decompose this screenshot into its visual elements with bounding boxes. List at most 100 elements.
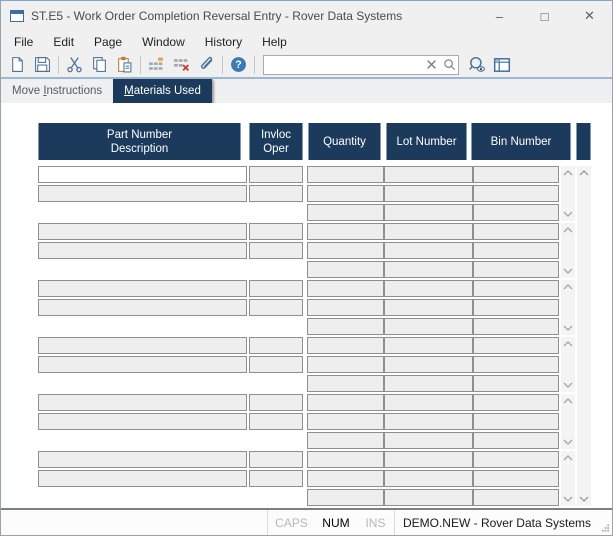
record-mini-scrollbar[interactable] <box>561 394 575 449</box>
menu-file[interactable]: File <box>4 33 43 51</box>
invloc-field[interactable] <box>249 166 303 183</box>
invloc-field[interactable] <box>249 223 303 240</box>
record-mini-scrollbar[interactable] <box>561 280 575 335</box>
column-divider <box>383 281 385 296</box>
quantity-lot-bin-row[interactable] <box>307 280 559 297</box>
invloc-field[interactable] <box>249 337 303 354</box>
oper-field[interactable] <box>249 299 303 316</box>
help-icon[interactable]: ? <box>226 53 251 77</box>
invloc-field[interactable] <box>249 394 303 411</box>
copy-icon[interactable] <box>87 53 112 77</box>
description-field[interactable] <box>38 242 247 259</box>
scroll-down-icon[interactable] <box>578 495 590 503</box>
quantity-lot-bin-row[interactable] <box>307 470 559 487</box>
new-document-icon[interactable] <box>5 53 30 77</box>
description-field[interactable] <box>38 470 247 487</box>
search-icon[interactable] <box>440 56 458 74</box>
menu-help[interactable]: Help <box>252 33 297 51</box>
record-scroll-down-icon[interactable] <box>562 210 574 218</box>
column-divider <box>472 281 474 296</box>
column-divider <box>472 452 474 467</box>
record-scroll-up-icon[interactable] <box>562 283 574 291</box>
clear-search-icon[interactable] <box>422 56 440 74</box>
record-scroll-down-icon[interactable] <box>562 438 574 446</box>
quantity-lot-bin-row[interactable] <box>307 299 559 316</box>
record-scroll-up-icon[interactable] <box>562 340 574 348</box>
quantity-lot-bin-row[interactable] <box>307 375 559 392</box>
menu-edit[interactable]: Edit <box>43 33 84 51</box>
quantity-lot-bin-row[interactable] <box>307 394 559 411</box>
quantity-lot-bin-row[interactable] <box>307 185 559 202</box>
quantity-lot-bin-row[interactable] <box>307 166 559 183</box>
record-scroll-up-icon[interactable] <box>562 397 574 405</box>
part-number-field[interactable] <box>38 337 247 354</box>
quantity-lot-bin-row[interactable] <box>307 413 559 430</box>
resize-grip[interactable] <box>599 510 612 535</box>
invloc-field[interactable] <box>249 451 303 468</box>
quantity-lot-bin-row[interactable] <box>307 356 559 373</box>
toolbar-separator <box>222 55 223 74</box>
description-field[interactable] <box>38 356 247 373</box>
oper-field[interactable] <box>249 356 303 373</box>
attachment-icon[interactable] <box>194 53 219 77</box>
oper-field[interactable] <box>249 185 303 202</box>
menu-history[interactable]: History <box>195 33 252 51</box>
invloc-field[interactable] <box>249 280 303 297</box>
minimize-button[interactable]: – <box>477 1 522 31</box>
quantity-lot-bin-row[interactable] <box>307 223 559 240</box>
record-mini-scrollbar[interactable] <box>561 166 575 221</box>
quantity-lot-bin-row[interactable] <box>307 242 559 259</box>
description-field[interactable] <box>38 185 247 202</box>
quantity-lot-bin-row[interactable] <box>307 337 559 354</box>
delete-row-grid-icon[interactable] <box>169 53 194 77</box>
paste-icon[interactable] <box>112 53 137 77</box>
part-number-field[interactable] <box>38 280 247 297</box>
app-icon <box>10 10 24 22</box>
record-scroll-down-icon[interactable] <box>562 324 574 332</box>
tab-move-instructions[interactable]: Move Instructions <box>1 79 113 103</box>
record-scroll-down-icon[interactable] <box>562 381 574 389</box>
oper-field[interactable] <box>249 470 303 487</box>
lookup-view-icon[interactable] <box>464 53 489 77</box>
record-mini-scrollbar[interactable] <box>561 337 575 392</box>
record-scroll-down-icon[interactable] <box>562 267 574 275</box>
part-number-field[interactable] <box>38 166 247 183</box>
close-button[interactable]: ✕ <box>567 1 612 31</box>
menu-page[interactable]: Page <box>84 33 132 51</box>
record-scroll-up-icon[interactable] <box>562 454 574 462</box>
record-mini-scrollbar[interactable] <box>561 223 575 278</box>
part-number-field[interactable] <box>38 451 247 468</box>
table-view-icon[interactable] <box>489 53 514 77</box>
oper-field[interactable] <box>249 242 303 259</box>
quantity-lot-bin-row[interactable] <box>307 318 559 335</box>
maximize-button[interactable]: □ <box>522 1 567 31</box>
quantity-lot-bin-row[interactable] <box>307 204 559 221</box>
description-field[interactable] <box>38 299 247 316</box>
record-scroll-down-icon[interactable] <box>562 495 574 503</box>
quantity-lot-bin-row[interactable] <box>307 432 559 449</box>
quantity-lot-bin-row[interactable] <box>307 261 559 278</box>
tab-materials-used[interactable]: Materials Used <box>113 79 212 103</box>
record-scroll-up-icon[interactable] <box>562 226 574 234</box>
record-scroll-up-icon[interactable] <box>562 169 574 177</box>
menu-window[interactable]: Window <box>132 33 195 51</box>
status-bar: CAPS NUM INS DEMO.NEW - Rover Data Syste… <box>1 508 612 535</box>
column-divider <box>383 452 385 467</box>
grid-row-group <box>38 393 594 450</box>
part-number-field[interactable] <box>38 394 247 411</box>
quantity-lot-bin-row[interactable] <box>307 451 559 468</box>
save-icon[interactable] <box>30 53 55 77</box>
column-divider <box>383 186 385 201</box>
app-window: ST.E5 - Work Order Completion Reversal E… <box>0 0 613 536</box>
grid-vertical-scrollbar[interactable] <box>577 166 591 506</box>
column-divider <box>383 338 385 353</box>
part-number-field[interactable] <box>38 223 247 240</box>
search-input[interactable] <box>264 57 422 72</box>
description-field[interactable] <box>38 413 247 430</box>
cut-icon[interactable] <box>62 53 87 77</box>
insert-row-grid-icon[interactable] <box>144 53 169 77</box>
quantity-lot-bin-row[interactable] <box>307 489 559 506</box>
oper-field[interactable] <box>249 413 303 430</box>
record-mini-scrollbar[interactable] <box>561 451 575 506</box>
scroll-up-icon[interactable] <box>578 169 590 177</box>
